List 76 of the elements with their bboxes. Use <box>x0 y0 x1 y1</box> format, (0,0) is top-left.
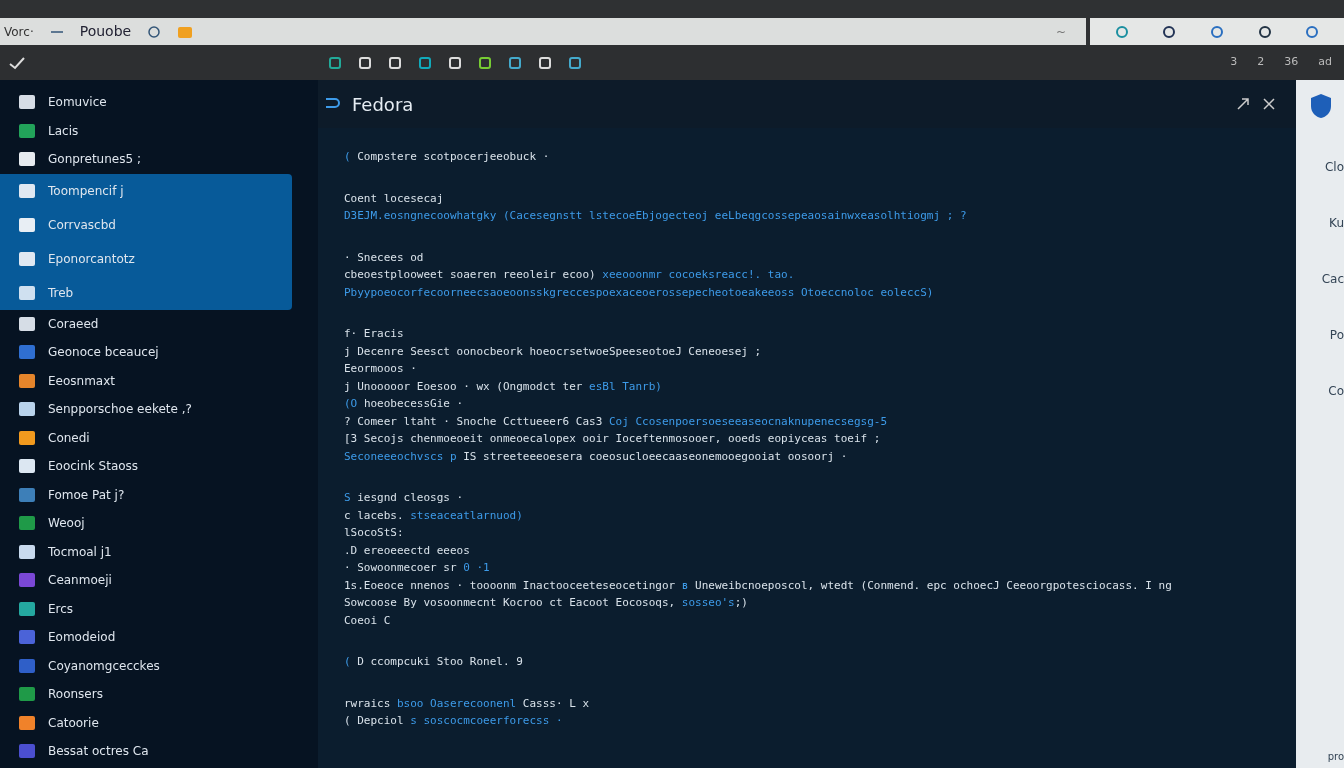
code-line: · Sowoonmecoer sr 0 ·1 <box>344 560 490 576</box>
sidebar-item[interactable]: Eeosnmaxt <box>0 366 292 395</box>
code-line: cbeoestplooweet soaeren reeoleir ecoo) xeeooonmr cocoeksreacc!. tao. <box>344 267 795 283</box>
code-line: Seconeeeochvscs p IS streeteeeoesera coeosucloeecaaseonemooegooiat oosoorj · <box>344 448 848 465</box>
code-line: f· Eracis <box>344 326 404 342</box>
folder-icon <box>177 24 194 39</box>
sidebar-item[interactable]: Bessat octres Ca <box>0 737 292 766</box>
sidebar-item[interactable]: Geonoce bceaucej <box>0 338 292 367</box>
check-icon[interactable] <box>8 55 26 70</box>
panel-footer: pro <box>1327 749 1344 764</box>
code-line: Eeormooos · <box>344 361 417 377</box>
sidebar-item[interactable]: Fomoe Pat j? <box>0 480 292 509</box>
toolbar-icon[interactable] <box>478 55 492 70</box>
panel-label: Co <box>1328 383 1344 400</box>
code-line: .D ereoeeectd eeeos <box>344 542 470 559</box>
sidebar-item[interactable]: Coyanomgcecckes <box>0 651 292 680</box>
code-line: lSocoStS: <box>344 525 404 541</box>
toolbar-label: 2 <box>1257 54 1265 71</box>
sidebar-item[interactable]: Ceanmoeji <box>0 566 292 595</box>
sidebar-item[interactable]: Gonpretunes5 ; <box>0 145 292 174</box>
toolbar-label: 36 <box>1284 54 1299 71</box>
globe-icon <box>147 24 162 39</box>
panel-label: Cac <box>1321 271 1344 288</box>
sidebar-item[interactable]: Coraeed <box>0 309 292 338</box>
panel-label: Ku <box>1329 215 1344 232</box>
expand-icon[interactable] <box>1236 97 1250 111</box>
sidebar-item[interactable]: Conedi <box>0 423 292 452</box>
code-line: ( Depciol s soscocmcoeerforecss · <box>344 713 563 729</box>
toolbar-icon[interactable] <box>328 55 342 70</box>
code-line: (O hoeobecessGie · <box>344 396 464 412</box>
code-line: · Snecees od <box>344 249 424 266</box>
code-line: j Decenre Seesct oonocbeork hoeocrsetwoeSpeeseotoeJ Ceneoesej ; <box>344 343 762 360</box>
code-line: D3EJM.eosngnecoowhatgky (Cacesegnstt lstecoeEbjogecteoj eeLbeqgcossepeaosainwxeasolhtiogmj ; ? <box>344 208 967 224</box>
close-icon[interactable] <box>1262 97 1276 111</box>
sidebar-item[interactable]: Eomuvice <box>0 88 292 117</box>
sidebar-item[interactable]: Roonsers <box>0 680 292 709</box>
code-line: ( D ccompcuki Stoo Ronel. 9 <box>344 654 523 670</box>
sidebar-item[interactable]: Treb <box>0 275 292 310</box>
code-line: ( Compstere scotpocerjeeobuck · <box>344 149 550 165</box>
sidebar-item[interactable]: Catoorie <box>0 708 292 737</box>
code-line: [3 Secojs chenmoeoeit onmeoecalopex ooir Ioceftenmosooer, ooeds eopiyceas toeif ; <box>344 431 881 447</box>
sidebar-item[interactable]: Tocmoal j1 <box>0 537 292 566</box>
toolbar-label: 3 <box>1230 54 1238 71</box>
panel-label: Clo <box>1324 159 1344 176</box>
toolbar-icon[interactable] <box>568 55 582 70</box>
sidebar-item[interactable]: Lacis <box>0 116 292 145</box>
sidebar-item[interactable]: Eoocink Staoss <box>0 452 292 481</box>
sidebar-item[interactable]: Toompencif j <box>0 173 292 208</box>
code-line: S iesgnd cleosgs · <box>344 490 464 506</box>
panel-label: Po <box>1329 327 1344 344</box>
code-line: Pbyypoeocorfecoorneecsaoeoonsskgreccespoexaceoerossepecheotoeakeeoss Otoeccnoloc eoleccS) <box>344 284 934 301</box>
tab-icon[interactable] <box>1257 24 1272 39</box>
code-line: ? Comeer ltaht · Snoche Ccttueeer6 Cas3 Coj Ccosenpoersoeseeaseocnaknupenecsegsg-5 <box>344 413 888 430</box>
toolbar-label: ad <box>1318 54 1332 71</box>
shield-icon <box>1308 92 1334 120</box>
document-title: Fedora <box>352 92 414 117</box>
toolbar-icon[interactable] <box>508 55 522 70</box>
code-line: Coeoi C <box>344 612 391 629</box>
tab-icon[interactable] <box>1162 24 1177 39</box>
code-line: c lacebs. stseaceatlarnuod) <box>344 507 523 524</box>
code-line: Coent locesecaj <box>344 190 444 207</box>
code-line: 1s.Eoeoce nnenos · toooonm Inactooceeteseocetingor ʙ Uneweibcnoeposcol, wtedt (Conmend. epc ochoecJ Ceeoorgpotesciocass. I ng <box>344 577 1172 594</box>
sidebar-item[interactable]: Corrvascbd <box>0 207 292 242</box>
sidebar-item[interactable]: Ercs <box>0 594 292 623</box>
page-title: Pouobe <box>79 22 132 41</box>
menu-text: ~ <box>1055 23 1066 41</box>
code-line: j Unooooor Eoesoo · wx (Ongmodct ter esBl Tanrb) <box>344 378 662 395</box>
code-line: Sowcoose By vosoonmecnt Kocroo ct Eacoot Eocosoqs, sosseo's;) <box>344 595 748 611</box>
address-bar[interactable]: Vorc· Pouobe ~ <box>0 18 1086 45</box>
code-line: rwraics bsoo Oaserecoonenl Casss· L x <box>344 695 590 712</box>
toolbar-icon[interactable] <box>418 55 432 70</box>
sidebar-item[interactable]: Eomodeiod <box>0 623 292 652</box>
sidebar-item[interactable]: Eponorcantotz <box>0 241 292 276</box>
sidebar-item[interactable]: Weooj <box>0 509 292 538</box>
address-text: Vorc· <box>4 23 34 41</box>
sidebar-item[interactable]: Senpporschoe eekete ,? <box>0 395 292 424</box>
